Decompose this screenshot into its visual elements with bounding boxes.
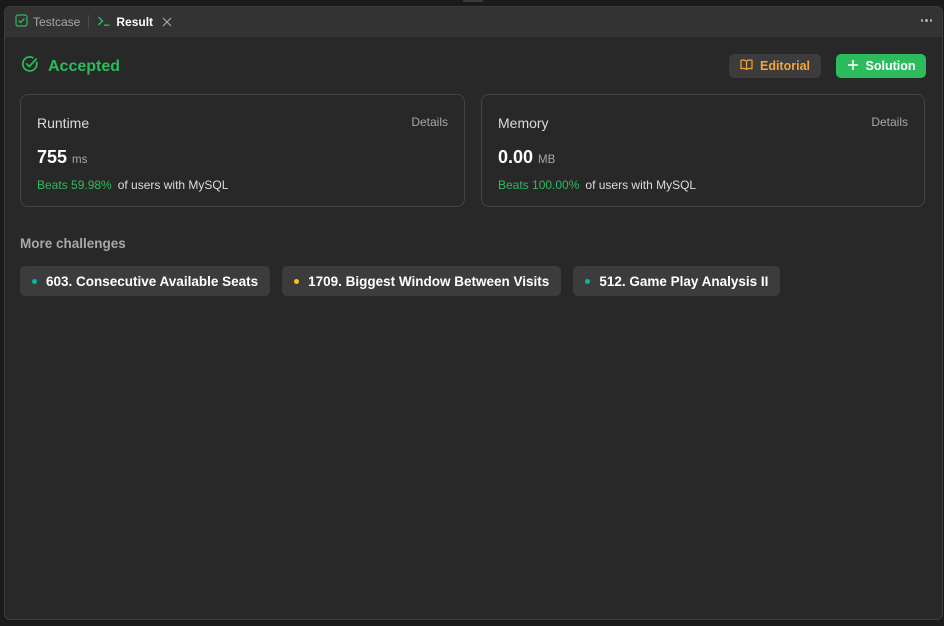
challenge-list: 603. Consecutive Available Seats 1709. B… <box>20 266 781 296</box>
memory-details-link[interactable]: Details <box>871 115 908 129</box>
difficulty-dot <box>585 278 591 284</box>
result-panel: Testcase Result Accepted Editorial Solut… <box>4 6 943 620</box>
close-icon[interactable] <box>162 17 172 27</box>
memory-number: 0.00 <box>498 147 534 167</box>
runtime-number: 755 <box>37 147 68 167</box>
editorial-button[interactable]: Editorial <box>729 54 821 78</box>
difficulty-dot <box>32 278 37 284</box>
challenge-label: 512. Game Play Analysis II <box>599 273 769 289</box>
memory-value: 0.00 MB <box>498 147 555 168</box>
check-circle-icon <box>21 55 39 78</box>
challenge-chip[interactable]: 512. Game Play Analysis II <box>573 266 781 296</box>
status-label: Accepted <box>48 57 121 75</box>
tab-result-label: Result <box>116 15 154 29</box>
challenge-label: 603. Consecutive Available Seats <box>46 273 259 289</box>
runtime-beats-percent: Beats 59.98% <box>37 178 112 192</box>
solution-label: Solution <box>865 59 916 73</box>
checkbox-icon <box>15 14 28 30</box>
tab-divider <box>88 15 90 29</box>
tab-testcase-label: Testcase <box>33 15 81 29</box>
runtime-beats: Beats 59.98% of users with MySQL <box>37 178 228 192</box>
editorial-label: Editorial <box>759 59 810 73</box>
tab-bar: Testcase Result <box>5 7 942 37</box>
challenge-label: 1709. Biggest Window Between Visits <box>308 273 550 289</box>
plus-icon <box>847 59 859 74</box>
more-options-icon[interactable] <box>920 15 932 26</box>
tab-testcase[interactable]: Testcase <box>15 7 80 37</box>
runtime-details-link[interactable]: Details <box>411 115 448 129</box>
runtime-beats-text: of users with MySQL <box>117 178 229 192</box>
memory-card: Memory Details 0.00 MB Beats 100.00% of … <box>481 94 925 207</box>
solution-button[interactable]: Solution <box>836 54 926 78</box>
memory-beats: Beats 100.00% of users with MySQL <box>498 178 696 192</box>
runtime-title: Runtime <box>37 115 90 131</box>
memory-beats-percent: Beats 100.00% <box>498 178 580 192</box>
difficulty-dot <box>294 278 300 284</box>
memory-beats-text: of users with MySQL <box>585 178 697 192</box>
memory-title: Memory <box>498 115 549 131</box>
more-challenges-heading: More challenges <box>20 236 126 251</box>
runtime-value: 755 ms <box>37 147 87 168</box>
memory-unit: MB <box>538 154 556 166</box>
tab-result[interactable]: Result <box>97 7 172 37</box>
challenge-chip[interactable]: 603. Consecutive Available Seats <box>20 266 271 296</box>
runtime-card: Runtime Details 755 ms Beats 59.98% of u… <box>20 94 465 207</box>
terminal-icon <box>97 15 111 30</box>
submission-status: Accepted <box>21 55 120 78</box>
runtime-unit: ms <box>72 154 88 166</box>
challenge-chip[interactable]: 1709. Biggest Window Between Visits <box>282 266 562 296</box>
window-drag-handle[interactable] <box>463 0 483 2</box>
book-icon <box>740 59 753 73</box>
